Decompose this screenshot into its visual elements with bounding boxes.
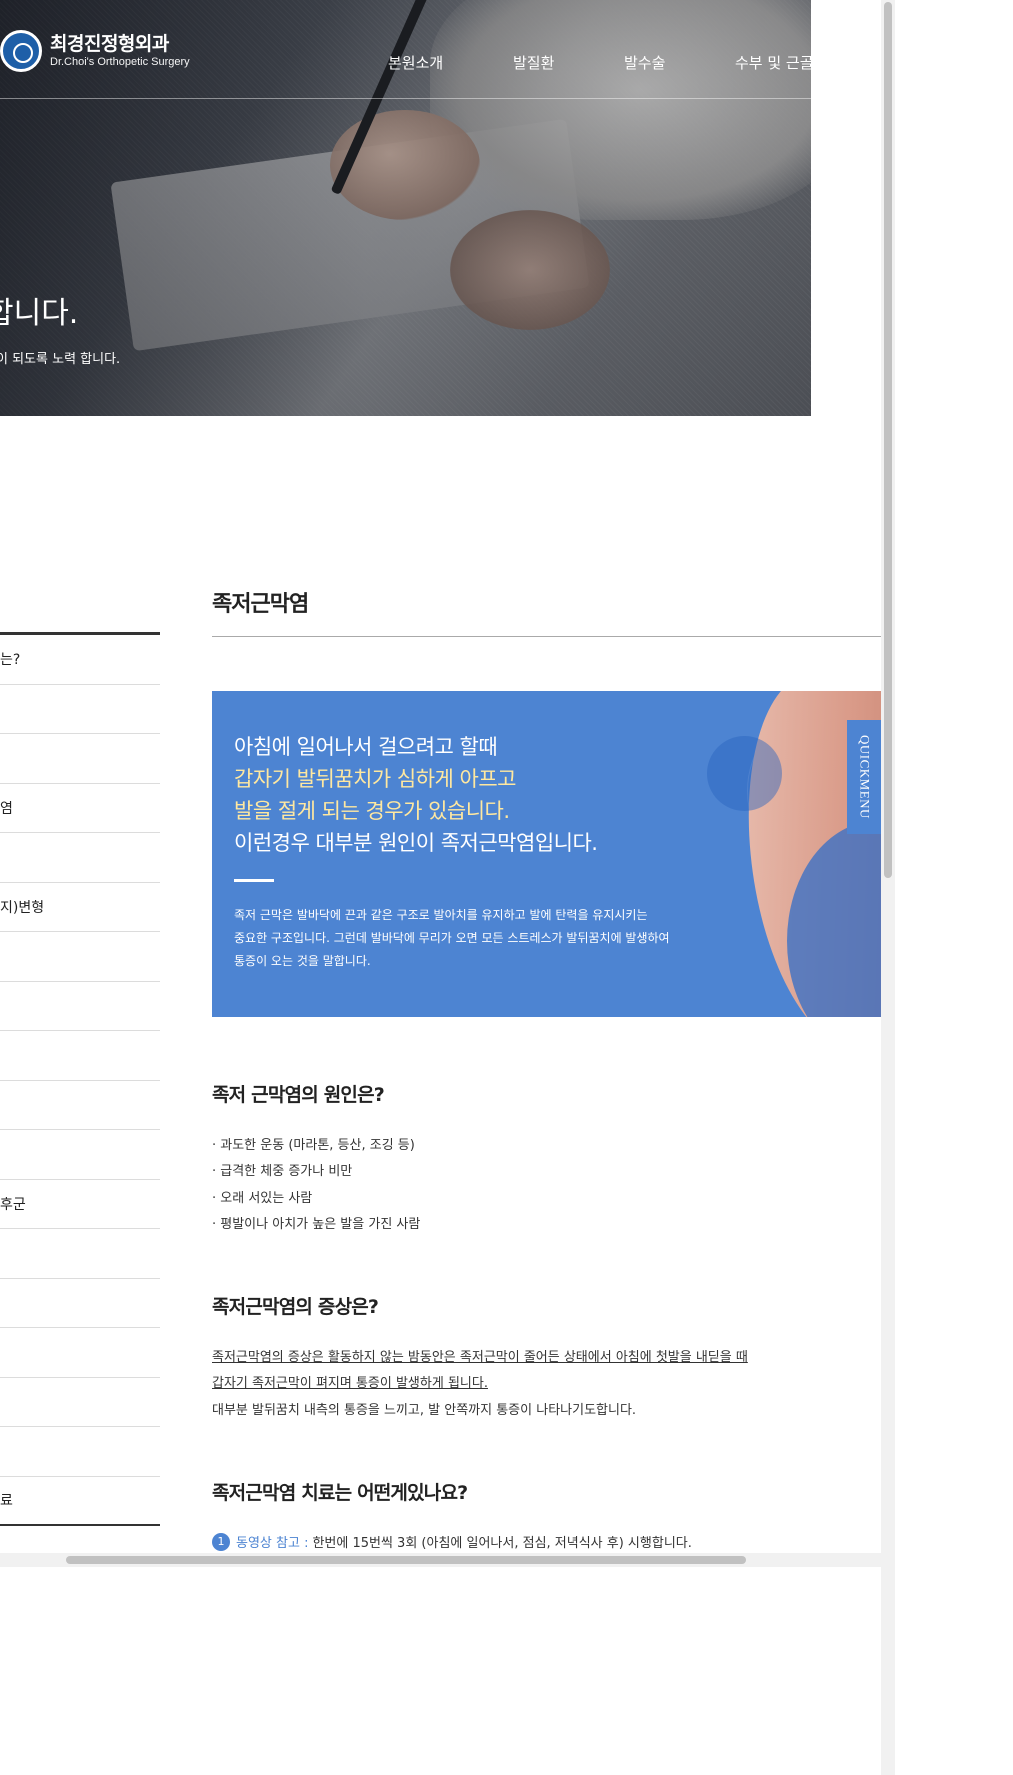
quickmenu-button[interactable]: QUICKMENU — [847, 720, 882, 834]
hero-headline-2: 합니다. — [0, 296, 79, 331]
intro-banner: 아침에 일어나서 걸으려고 할때 갑자기 발뒤꿈치가 심하게 아프고 발을 절게… — [212, 691, 882, 1017]
symptoms-heading: 족저근막염의 증상은? — [212, 1296, 379, 1318]
nav-item-foot-disease[interactable]: 발질환 — [513, 52, 554, 73]
symptoms-underlined-text: 갑자기 족저근막이 펴지며 통증이 발생하게 됩니다. — [212, 1376, 488, 1391]
treatment-step: 1 동영상 참고 : 한번에 15번씩 3회 (아침에 일어나서, 점심, 저녁… — [212, 1532, 692, 1551]
hero-banner: 최경진정형외과 Dr.Choi's Orthopetic Surgery 본원소… — [0, 0, 811, 416]
decorative-circle — [707, 736, 782, 811]
intro-line: 이런경우 대부분 원인이 족저근막염입니다. — [234, 831, 598, 855]
sidebar-item[interactable] — [0, 1081, 160, 1130]
sidebar-item[interactable] — [0, 1279, 160, 1328]
step-number-badge: 1 — [212, 1532, 230, 1551]
nav-item-foot-surgery[interactable]: 발수술 — [624, 52, 665, 73]
symptoms-underlined-text: 족저근막염의 증상은 활동하지 않는 밤동안은 족저근막이 줄어든 상태에서 아… — [212, 1350, 748, 1365]
sidebar-item[interactable]: 후군 — [0, 1180, 160, 1229]
cause-item: · 급격한 체중 증가나 비만 — [212, 1164, 353, 1179]
sidebar-item[interactable]: 는? — [0, 635, 160, 685]
cause-item: · 오래 서있는 사람 — [212, 1191, 313, 1206]
nav-item-hand[interactable]: 수부 및 근골 — [735, 52, 811, 73]
title-divider — [212, 636, 882, 637]
cause-item: · 평발이나 아치가 높은 발을 가진 사람 — [212, 1217, 421, 1232]
sidebar-item[interactable] — [0, 685, 160, 734]
header-divider — [0, 98, 881, 99]
vertical-scrollbar-thumb[interactable] — [884, 2, 892, 878]
symptoms-text: 대부분 발뒤꿈치 내측의 통증을 느끼고, 발 안쪽까지 통증이 나타나기도합니… — [212, 1403, 637, 1418]
horizontal-scrollbar[interactable] — [0, 1553, 881, 1567]
intro-description: 족저 근막은 발바닥에 끈과 같은 구조로 발아치를 유지하고 발에 탄력을 유… — [234, 904, 714, 973]
horizontal-scrollbar-thumb[interactable] — [66, 1556, 746, 1564]
sidebar-nav: 는? 염 지)변형 후군 료 — [0, 632, 160, 1526]
sidebar-item[interactable]: 염 — [0, 784, 160, 833]
intro-line-highlight: 발을 절게 되는 경우가 있습니다. — [234, 799, 510, 823]
sidebar-item[interactable] — [0, 982, 160, 1031]
sidebar-item[interactable] — [0, 1427, 160, 1477]
page-title: 족저근막염 — [212, 592, 309, 617]
intro-divider — [234, 879, 274, 882]
vertical-scrollbar[interactable] — [881, 0, 895, 1775]
sidebar-item[interactable] — [0, 932, 160, 982]
sidebar-item[interactable] — [0, 734, 160, 784]
causes-heading: 족저 근막염의 원인은? — [212, 1084, 385, 1106]
nav-item-about[interactable]: 본원소개 — [388, 52, 443, 73]
sidebar-item[interactable] — [0, 1229, 160, 1279]
main-nav: 본원소개 발질환 발수술 수부 및 근골 — [0, 52, 811, 76]
intro-desc-line: 족저 근막은 발바닥에 끈과 같은 구조로 발아치를 유지하고 발에 탄력을 유… — [234, 908, 648, 922]
intro-line: 아침에 일어나서 걸으려고 할때 — [234, 735, 498, 759]
sidebar-item[interactable] — [0, 1378, 160, 1427]
hero-subtext: 이 되도록 노력 합니다. — [0, 352, 121, 367]
sidebar-item[interactable] — [0, 1031, 160, 1081]
intro-headline: 아침에 일어나서 걸으려고 할때 갑자기 발뒤꿈치가 심하게 아프고 발을 절게… — [234, 731, 598, 859]
intro-desc-line: 중요한 구조입니다. 그런데 발바닥에 무리가 오면 모든 스트레스가 발뒤꿈치… — [234, 931, 670, 945]
intro-desc-line: 통증이 오는 것을 말합니다. — [234, 954, 371, 968]
sidebar-item[interactable] — [0, 1328, 160, 1378]
treatment-heading: 족저근막염 치료는 어떤게있나요? — [212, 1482, 468, 1504]
sidebar-item[interactable]: 지)변형 — [0, 883, 160, 932]
step-text: 한번에 15번씩 3회 (아침에 일어나서, 점심, 저녁식사 후) 시행합니다… — [312, 1536, 692, 1551]
quickmenu-label: QUICKMENU — [857, 735, 873, 819]
sidebar-item[interactable] — [0, 1130, 160, 1180]
video-reference-link[interactable]: 동영상 참고 : — [236, 1532, 308, 1551]
cause-item: · 과도한 운동 (마라톤, 등산, 조깅 등) — [212, 1138, 415, 1153]
intro-line-highlight: 갑자기 발뒤꿈치가 심하게 아프고 — [234, 767, 517, 791]
main-content: 족저근막염 아침에 일어나서 걸으려고 할때 갑자기 발뒤꿈치가 심하게 아프고… — [212, 586, 882, 1551]
sidebar-item[interactable]: 료 — [0, 1477, 160, 1526]
sidebar-item[interactable] — [0, 833, 160, 883]
